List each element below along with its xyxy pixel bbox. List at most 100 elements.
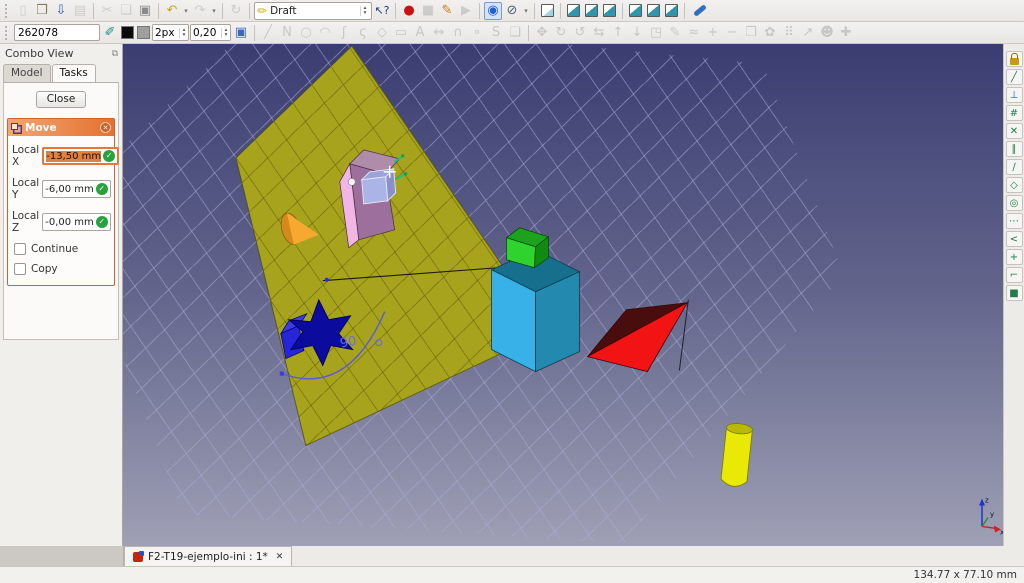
paste-icon[interactable]: ▣: [136, 2, 154, 20]
local-x-input[interactable]: -13,50 mm ✓: [42, 147, 120, 165]
workbench-selector[interactable]: ✏ Draft ▴ ▾: [254, 1, 372, 20]
panel-float-icon[interactable]: ⧉: [112, 49, 118, 59]
snap-midpoint-icon[interactable]: ∕: [1005, 159, 1023, 175]
draft-wire-to-bspline-icon[interactable]: ≈: [685, 24, 703, 42]
draft-clone-icon[interactable]: ☻: [818, 24, 836, 42]
draft-rotate-icon[interactable]: ↻: [552, 24, 570, 42]
close-task-button[interactable]: Close: [36, 91, 86, 108]
draft-point-icon[interactable]: ∘: [468, 24, 486, 42]
local-z-input[interactable]: -0,00 mm ✓: [42, 213, 111, 231]
snap-intersection-icon[interactable]: ✕: [1005, 123, 1023, 139]
refresh-icon[interactable]: ↻: [227, 2, 245, 20]
draft-shape2dview-icon[interactable]: ❐: [742, 24, 760, 42]
macro-edit-icon[interactable]: ✎: [438, 2, 456, 20]
draft-facebinder-icon[interactable]: ❏: [506, 24, 524, 42]
print-icon[interactable]: ▤: [71, 2, 89, 20]
measure-distance-icon[interactable]: [693, 4, 707, 17]
document-tab-close-icon[interactable]: ✕: [276, 552, 284, 562]
toolbar-handle[interactable]: [5, 3, 10, 18]
construction-mode-icon[interactable]: ✐: [101, 24, 119, 42]
draw-style-dropdown[interactable]: ▾: [522, 2, 530, 20]
open-file-icon[interactable]: ❒: [33, 2, 51, 20]
view-front-icon[interactable]: [567, 4, 580, 17]
snap-ortho-icon[interactable]: +: [1005, 249, 1023, 265]
tab-tasks[interactable]: Tasks: [51, 64, 96, 82]
combo-arrows-icon[interactable]: ▴ ▾: [360, 5, 369, 16]
draft-edit-icon[interactable]: ✎: [666, 24, 684, 42]
view-axonometric-icon[interactable]: [541, 4, 554, 17]
local-y-input[interactable]: -6,00 mm ✓: [42, 180, 111, 198]
snap-special-icon[interactable]: ⌐: [1005, 267, 1023, 283]
save-file-icon[interactable]: ⇩: [52, 2, 70, 20]
draft-scale-icon[interactable]: ◳: [647, 24, 665, 42]
draft-move-icon[interactable]: ✥: [533, 24, 551, 42]
view-bottom-icon[interactable]: [647, 4, 660, 17]
draft-remove-point-icon[interactable]: −: [723, 24, 741, 42]
draft-bspline-icon[interactable]: ʃ: [335, 24, 353, 42]
copy-icon[interactable]: ❏: [117, 2, 135, 20]
blue-star-object[interactable]: [279, 298, 354, 367]
text-size-spinbox[interactable]: ▴▾: [190, 24, 231, 41]
yellow-cylinder-object[interactable]: [720, 422, 753, 487]
draft-polygon-icon[interactable]: ◇: [373, 24, 391, 42]
green-cube-object[interactable]: [505, 227, 550, 269]
draft-shapestring-icon[interactable]: S: [487, 24, 505, 42]
snap-grid-icon[interactable]: #: [1005, 105, 1023, 121]
draft-heal-icon[interactable]: ✚: [837, 24, 855, 42]
macro-stop-icon[interactable]: ■: [419, 2, 437, 20]
toolbar-handle[interactable]: [5, 25, 10, 40]
draft-add-point-icon[interactable]: +: [704, 24, 722, 42]
line-width-spinbox[interactable]: ▴▾: [152, 24, 189, 41]
snap-lock-icon[interactable]: [1005, 51, 1023, 67]
draft-upgrade-icon[interactable]: ↑: [609, 24, 627, 42]
cyan-cube-object[interactable]: [490, 249, 581, 373]
draft-command-input[interactable]: [14, 24, 100, 41]
draft-array-icon[interactable]: ⠿: [780, 24, 798, 42]
continue-checkbox[interactable]: [14, 243, 26, 255]
3d-viewport[interactable]: 90 z x y: [123, 44, 1003, 546]
snap-endpoint-icon[interactable]: ╱: [1005, 69, 1023, 85]
move-task-close-button[interactable]: ✕: [100, 122, 111, 133]
spin-arrows-icon[interactable]: ▴ ▾: [179, 27, 188, 38]
draft-arc-icon[interactable]: ◠: [316, 24, 334, 42]
draft-offset-icon[interactable]: ↺: [571, 24, 589, 42]
document-tab[interactable]: F2-T19-ejemplo-ini : 1* ✕: [124, 546, 293, 566]
copy-checkbox[interactable]: [14, 263, 26, 275]
line-width-spinbox-value[interactable]: [153, 25, 179, 40]
tab-model[interactable]: Model: [3, 64, 51, 82]
draft-arc-3points-icon[interactable]: ∩: [449, 24, 467, 42]
autogroup-icon[interactable]: ▣: [232, 24, 250, 42]
redo-dropdown[interactable]: ▾: [210, 2, 218, 20]
cut-icon[interactable]: ✂: [98, 2, 116, 20]
red-pyramid-object[interactable]: [586, 299, 689, 373]
snap-angle-icon[interactable]: ◇: [1005, 177, 1023, 193]
snap-near-icon[interactable]: <: [1005, 231, 1023, 247]
undo-icon[interactable]: ↶: [163, 2, 181, 20]
snap-extension-icon[interactable]: ⋯: [1005, 213, 1023, 229]
view-top-icon[interactable]: [585, 4, 598, 17]
face-color-swatch[interactable]: [137, 26, 150, 39]
macro-record-icon[interactable]: ●: [400, 2, 418, 20]
construction-line[interactable]: [322, 267, 498, 282]
cone-object[interactable]: [278, 211, 319, 247]
draft-dimension-icon[interactable]: ↔: [430, 24, 448, 42]
view-rear-icon[interactable]: [629, 4, 642, 17]
text-size-spinbox-value[interactable]: [191, 25, 221, 40]
macro-play-icon[interactable]: ▶: [457, 2, 475, 20]
whats-this-icon[interactable]: ↖?: [373, 2, 391, 20]
draft-trim-icon[interactable]: ⇆: [590, 24, 608, 42]
snap-center-icon[interactable]: ◎: [1005, 195, 1023, 211]
view-left-icon[interactable]: [665, 4, 678, 17]
draw-style-icon[interactable]: ⊘: [503, 2, 521, 20]
draft-path-array-icon[interactable]: ↗: [799, 24, 817, 42]
new-file-icon[interactable]: ▯: [14, 2, 32, 20]
draft-downgrade-icon[interactable]: ↓: [628, 24, 646, 42]
snap-perpendicular-icon[interactable]: ⊥: [1005, 87, 1023, 103]
draft-text-icon[interactable]: A: [411, 24, 429, 42]
redo-icon[interactable]: ↷: [191, 2, 209, 20]
draft-polyline-icon[interactable]: N: [278, 24, 296, 42]
draft-line-icon[interactable]: ╱: [259, 24, 277, 42]
draft-to-sketch-icon[interactable]: ✿: [761, 24, 779, 42]
snap-working-plane-icon[interactable]: ■: [1005, 285, 1023, 301]
snap-parallel-icon[interactable]: ∥: [1005, 141, 1023, 157]
